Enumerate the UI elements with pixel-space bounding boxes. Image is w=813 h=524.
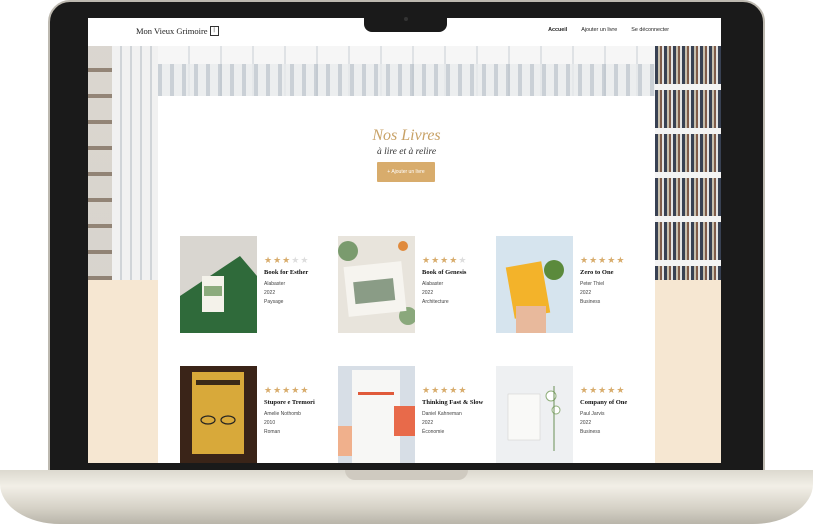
star-icon: ★ <box>422 255 431 265</box>
main-nav: Accueil Ajouter un livre Se déconnecter <box>548 27 669 33</box>
star-icon: ★ <box>300 385 309 395</box>
book-year: 2010 <box>264 420 276 426</box>
book-year: 2022 <box>422 420 434 426</box>
star-icon: ★ <box>589 255 598 265</box>
star-icon: ★ <box>431 385 440 395</box>
brand-logo[interactable]: Mon Vieux Grimoire ❘ <box>136 26 219 36</box>
book-card[interactable]: ★ ★ ★ ★ ★ Company of One Paul Jarvis 2022 Bu… <box>496 366 646 463</box>
book-card[interactable]: ★ ★ ★ ★ ★ Book for Esther Alabaster 2022 Pay… <box>180 236 330 336</box>
star-icon: ★ <box>449 385 458 395</box>
star-icon: ★ <box>282 385 291 395</box>
book-cover[interactable] <box>496 366 573 463</box>
book-info: ★ ★ ★ ★ ★ Zero to One Peter Thiel 2022 Busin… <box>580 256 650 307</box>
book-card[interactable]: ★ ★ ★ ★ ★ Thinking Fast & Slow Daniel Kahnem… <box>338 366 488 463</box>
book-author: Alabaster <box>264 281 286 287</box>
camera-notch <box>364 10 447 32</box>
book-info: ★ ★ ★ ★ ★ Book of Genesis Alabaster 2022 Arc… <box>422 256 492 307</box>
rating-stars: ★ ★ ★ ★ ★ <box>580 256 650 265</box>
book-card[interactable]: ★ ★ ★ ★ ★ Book of Genesis Alabaster 2022 Arc… <box>338 236 488 336</box>
book-cover[interactable] <box>338 236 415 333</box>
add-book-button[interactable]: + Ajouter un livre <box>377 162 435 182</box>
book-title: Company of One <box>580 399 628 406</box>
star-icon: ★ <box>422 385 431 395</box>
book-year: 2022 <box>264 290 276 296</box>
book-year: 2022 <box>580 290 592 296</box>
star-icon: ★ <box>598 385 607 395</box>
star-icon: ★ <box>440 255 449 265</box>
book-author: Alabaster <box>422 281 444 287</box>
book-genre: Business <box>580 429 601 435</box>
laptop-base-notch <box>345 470 468 480</box>
book-card[interactable]: ★ ★ ★ ★ ★ Stupore e Tremori Amelie Nothomb 2… <box>180 366 330 463</box>
star-icon: ★ <box>300 255 309 265</box>
book-genre: Business <box>580 299 601 305</box>
rating-stars: ★ ★ ★ ★ ★ <box>264 386 334 395</box>
books-panel: Nos Livres à lire et à relire + Ajouter … <box>158 96 655 463</box>
book-info: ★ ★ ★ ★ ★ Book for Esther Alabaster 2022 Pay… <box>264 256 334 307</box>
brand-name: Mon Vieux Grimoire <box>136 26 208 36</box>
page-title: Nos Livres <box>372 127 441 144</box>
star-icon: ★ <box>282 255 291 265</box>
star-icon: ★ <box>431 255 440 265</box>
star-icon: ★ <box>589 385 598 395</box>
book-genre: Architecture <box>422 299 449 305</box>
book-title: Thinking Fast & Slow <box>422 399 484 406</box>
rating-stars: ★ ★ ★ ★ ★ <box>422 386 492 395</box>
left-shelf-books <box>112 46 158 280</box>
book-author: Amelie Nothomb <box>264 411 301 417</box>
book-genre: Paysage <box>264 299 284 305</box>
book-info: ★ ★ ★ ★ ★ Company of One Paul Jarvis 2022 Bu… <box>580 386 650 437</box>
screen: Mon Vieux Grimoire ❘ Accueil Ajouter un … <box>88 18 721 463</box>
star-icon: ★ <box>607 385 616 395</box>
star-icon: ★ <box>440 385 449 395</box>
left-shelf <box>88 46 112 280</box>
rating-stars: ★ ★ ★ ★ ★ <box>422 256 492 265</box>
book-icon: ❘ <box>209 26 219 36</box>
rating-stars: ★ ★ ★ ★ ★ <box>264 256 334 265</box>
book-title: Stupore e Tremori <box>264 399 315 406</box>
back-shelves <box>158 64 655 96</box>
book-author: Paul Jarvis <box>580 411 605 417</box>
book-cover[interactable] <box>180 366 257 463</box>
star-icon: ★ <box>273 385 282 395</box>
book-cover[interactable] <box>180 236 257 333</box>
page-subtitle: à lire et à relire <box>376 147 437 157</box>
nav-add-book[interactable]: Ajouter un livre <box>581 27 617 33</box>
star-icon: ★ <box>291 385 300 395</box>
book-author: Daniel Kahneman <box>422 411 462 417</box>
star-icon: ★ <box>264 385 273 395</box>
camera-icon <box>404 17 408 21</box>
book-genre: Roman <box>264 429 281 435</box>
book-title: Zero to One <box>580 269 614 276</box>
star-icon: ★ <box>264 255 273 265</box>
rating-stars: ★ ★ ★ ★ ★ <box>580 386 650 395</box>
book-card[interactable]: ★ ★ ★ ★ ★ Zero to One Peter Thiel 2022 Busin… <box>496 236 646 336</box>
book-cover[interactable] <box>496 236 573 333</box>
star-icon: ★ <box>449 255 458 265</box>
book-title: Book for Esther <box>264 269 309 276</box>
nav-logout[interactable]: Se déconnecter <box>631 27 669 33</box>
star-icon: ★ <box>580 255 589 265</box>
book-author: Peter Thiel <box>580 281 605 287</box>
book-cover[interactable] <box>338 366 415 463</box>
star-icon: ★ <box>273 255 282 265</box>
book-year: 2022 <box>422 290 434 296</box>
star-icon: ★ <box>598 255 607 265</box>
right-shelf <box>655 46 721 280</box>
star-icon: ★ <box>616 255 625 265</box>
book-year: 2022 <box>580 420 592 426</box>
book-info: ★ ★ ★ ★ ★ Thinking Fast & Slow Daniel Kahnem… <box>422 386 492 437</box>
star-icon: ★ <box>291 255 300 265</box>
star-icon: ★ <box>580 385 589 395</box>
nav-home[interactable]: Accueil <box>548 27 567 33</box>
book-info: ★ ★ ★ ★ ★ Stupore e Tremori Amelie Nothomb 2… <box>264 386 334 437</box>
star-icon: ★ <box>458 385 467 395</box>
book-title: Book of Genesis <box>422 269 467 276</box>
star-icon: ★ <box>616 385 625 395</box>
star-icon: ★ <box>458 255 467 265</box>
star-icon: ★ <box>607 255 616 265</box>
book-genre: Économie <box>422 429 445 435</box>
